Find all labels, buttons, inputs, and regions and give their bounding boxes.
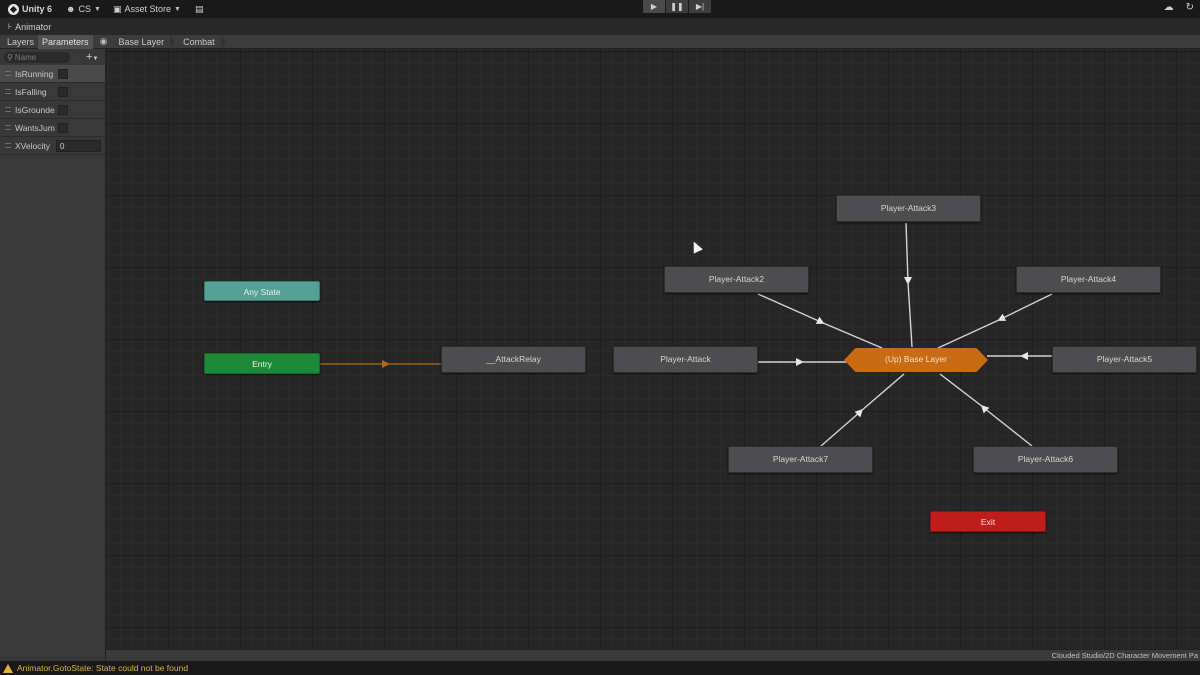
- transition-attack4-up[interactable]: [937, 293, 1053, 349]
- status-message: Animator.GotoState: State could not be f…: [17, 663, 189, 673]
- parameter-row[interactable]: IsGrounde: [0, 101, 105, 119]
- step-button[interactable]: ▶|: [689, 0, 711, 13]
- account-label: Unity 6: [22, 4, 53, 14]
- parameter-bool-checkbox[interactable]: [58, 122, 68, 133]
- drag-handle-icon[interactable]: [5, 89, 11, 94]
- graph-footer: Clouded Studio/2D Character Movement Pa: [106, 649, 1200, 661]
- user-label: CS: [78, 4, 92, 14]
- chevron-down-icon: ▼: [94, 5, 101, 13]
- window-tab-bar: ⊦ Animator: [0, 18, 1200, 35]
- add-parameter-button[interactable]: +▼: [86, 51, 98, 63]
- shopping-bag-icon: ▣: [112, 3, 122, 14]
- state-player-attack3[interactable]: Player-Attack3: [836, 195, 981, 222]
- step-icon: ▶|: [695, 2, 705, 11]
- unity-logo-icon: [8, 3, 19, 15]
- drag-handle-icon[interactable]: [5, 143, 11, 148]
- state-player-attack2[interactable]: Player-Attack2: [664, 266, 809, 293]
- package-icon: ▤: [194, 3, 204, 14]
- user-dropdown[interactable]: ☻ CS ▼: [66, 4, 101, 14]
- parameter-row[interactable]: IsRunning: [0, 65, 105, 83]
- state-player-attack4[interactable]: Player-Attack4: [1016, 266, 1161, 293]
- tab-layers[interactable]: Layers: [3, 35, 38, 49]
- parameter-search-row: ⚲ +▼: [0, 49, 105, 65]
- tab-parameters[interactable]: Parameters: [38, 34, 93, 49]
- parameter-name: WantsJum: [15, 122, 55, 133]
- state-player-attack6[interactable]: Player-Attack6: [973, 446, 1118, 473]
- breadcrumb-combat[interactable]: Combat: [175, 35, 221, 49]
- parameter-bool-checkbox[interactable]: [58, 104, 68, 115]
- transition-attack3-up[interactable]: [904, 222, 913, 348]
- drag-handle-icon[interactable]: [5, 125, 11, 130]
- package-button[interactable]: ▤: [195, 4, 204, 15]
- playmode-controls: ▶ ❚❚ ▶|: [643, 0, 711, 13]
- pause-button[interactable]: ❚❚: [666, 0, 688, 13]
- state-player-attack5[interactable]: Player-Attack5: [1052, 346, 1197, 373]
- state-attack-relay[interactable]: __AttackRelay: [441, 346, 586, 373]
- cloud-icon[interactable]: ☁: [1164, 2, 1174, 13]
- asset-store-dropdown[interactable]: ▣ Asset Store ▼: [113, 4, 181, 15]
- chevron-down-icon: ▼: [92, 56, 99, 62]
- tab-animator[interactable]: ⊦ Animator: [8, 22, 51, 32]
- state-any-state[interactable]: Any State: [204, 281, 320, 301]
- transition-attack2-up[interactable]: [757, 293, 883, 349]
- drag-handle-icon[interactable]: [5, 71, 11, 76]
- toolbar-right: ☁ ↻: [1164, 2, 1194, 13]
- search-icon: ⚲: [7, 52, 13, 62]
- pause-icon: ❚❚: [670, 2, 684, 11]
- play-icon: ▶: [650, 2, 658, 11]
- parameter-name: IsFalling: [15, 86, 47, 97]
- drag-handle-icon[interactable]: [5, 107, 11, 112]
- parameter-bool-checkbox[interactable]: [58, 68, 68, 79]
- parameter-row[interactable]: WantsJum: [0, 119, 105, 137]
- transition-attack7-up[interactable]: [820, 373, 905, 447]
- account-button[interactable]: Unity 6: [8, 3, 53, 15]
- tab-animator-label: Animator: [15, 21, 52, 32]
- play-button[interactable]: ▶: [643, 0, 665, 13]
- parameter-row[interactable]: XVelocity 0: [0, 137, 105, 155]
- console-status-bar[interactable]: Animator.GotoState: State could not be f…: [0, 661, 1200, 675]
- parameter-name: XVelocity: [15, 140, 50, 151]
- search-input[interactable]: [14, 52, 70, 62]
- transition-attack6-up[interactable]: [939, 373, 1033, 447]
- breadcrumb-separator: [220, 34, 226, 49]
- asset-store-label: Asset Store: [124, 4, 171, 14]
- state-up-base-layer[interactable]: (Up) Base Layer: [844, 348, 988, 372]
- eye-icon[interactable]: ◉: [97, 36, 111, 47]
- parameter-row[interactable]: IsFalling: [0, 83, 105, 101]
- state-machine-graph[interactable]: Any State Entry __AttackRelay Player-Att…: [106, 49, 1200, 649]
- parameter-name: IsGrounde: [15, 104, 55, 115]
- state-exit[interactable]: Exit: [930, 511, 1046, 532]
- asset-path: Clouded Studio/2D Character Movement Pa: [1051, 651, 1198, 660]
- breadcrumb-base-layer[interactable]: Base Layer: [111, 35, 171, 49]
- parameters-panel: ⚲ +▼ IsRunning IsFalling IsGrounde Wants…: [0, 49, 106, 661]
- animator-icon: ⊦: [8, 22, 13, 31]
- parameter-search[interactable]: ⚲: [4, 51, 70, 63]
- warning-icon: [3, 663, 13, 673]
- user-icon: ☻: [66, 4, 76, 14]
- state-player-attack[interactable]: Player-Attack: [613, 346, 758, 373]
- chevron-down-icon: ▼: [174, 5, 181, 13]
- state-entry[interactable]: Entry: [204, 353, 320, 374]
- parameter-bool-checkbox[interactable]: [58, 86, 68, 97]
- main-toolbar: Unity 6 ☻ CS ▼ ▣ Asset Store ▼ ▤ ▶ ❚❚ ▶|…: [0, 0, 1200, 18]
- animator-toolbar: Layers Parameters ◉ Base Layer Combat: [0, 34, 1200, 49]
- history-icon[interactable]: ↻: [1186, 2, 1194, 13]
- parameter-name: IsRunning: [15, 68, 54, 79]
- parameter-float-field[interactable]: 0: [56, 139, 101, 152]
- state-player-attack7[interactable]: Player-Attack7: [728, 446, 873, 473]
